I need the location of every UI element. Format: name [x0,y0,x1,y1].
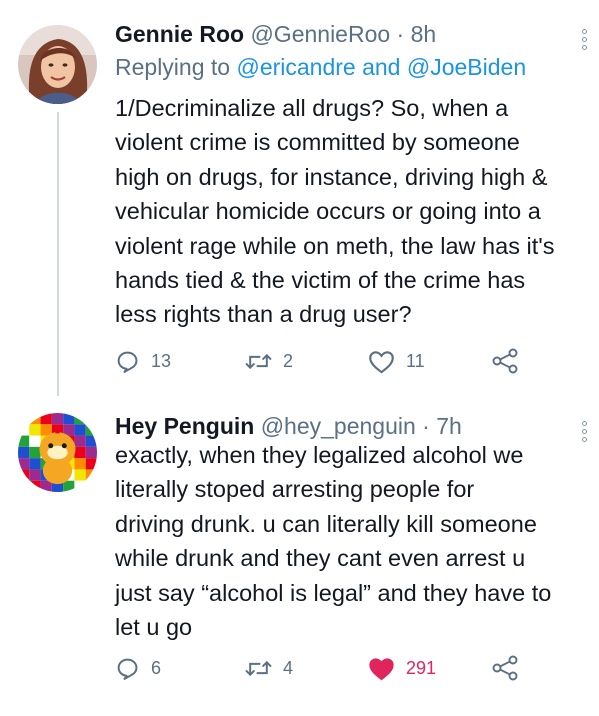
text-line: high on drugs, for instance, driving hig… [115,163,548,190]
text-line: violent crime is committed by someone [115,129,520,156]
tweet-gennie-roo[interactable]: Gennie Roo @GennieRoo · 8h Replying to @… [0,0,599,396]
text-line: while drunk and they cant even arrest u [115,545,526,572]
text-line: 1/Decriminalize all drugs? So, when a [115,95,509,121]
text-line: violent rage while on meth, the law has … [115,232,555,259]
tweet-header: Gennie Roo @GennieRoo · 8h [115,19,436,49]
text-line: just say “alcohol is legal” and they hav… [115,579,552,606]
text-line: literally stoped arresting people for [115,476,475,503]
user-handle[interactable]: @GennieRoo [250,21,390,47]
timestamp[interactable]: 8h [411,21,437,47]
share-button[interactable] [491,346,519,376]
text-line: exactly, when they legalized alcohol we [115,442,524,468]
avatar[interactable] [18,25,97,104]
text-line: less rights than a drug user? [115,301,412,328]
tweet-hey-penguin[interactable]: Hey Penguin @hey_penguin · 7h exactly, w… [0,395,599,716]
like-count: 291 [406,657,437,678]
mention-link[interactable]: @ericandre [236,54,355,80]
mention-and: and [355,54,407,80]
share-icon [492,655,518,681]
more-options-icon[interactable] [577,29,591,53]
text-line: vehicular homicide occurs or going into … [115,198,541,225]
retweet-icon [245,353,272,369]
tweet-header: Hey Penguin @hey_penguin · 7h [115,411,462,441]
display-name[interactable]: Gennie Roo [115,21,244,47]
reply-button[interactable]: 6 [115,653,161,683]
thread-line [57,112,59,396]
text-line: hands tied & the victim of the crime has [115,267,526,294]
timestamp[interactable]: 7h [436,413,462,439]
replying-to: Replying to @ericandre and @JoeBiden [115,52,526,82]
mention-link[interactable]: @JoeBiden [407,54,526,80]
display-name[interactable]: Hey Penguin [115,413,254,439]
like-count: 11 [406,350,425,371]
separator-dot: · [415,413,437,439]
reply-count: 6 [151,657,162,678]
retweet-count: 4 [283,657,294,678]
like-button[interactable]: 291 [368,653,436,683]
heart-outline-icon [369,350,394,374]
retweet-count: 2 [283,350,294,371]
action-bar: 6 4 291 [115,653,575,683]
reply-button[interactable]: 13 [115,346,171,376]
heart-filled-icon [369,657,394,680]
reply-icon [117,658,138,680]
reply-icon [117,351,138,373]
like-button[interactable]: 11 [368,346,425,376]
text-line: let u go [115,614,193,641]
text-line: driving drunk. u can literally kill some… [115,510,537,537]
share-button[interactable] [491,653,519,683]
avatar[interactable] [18,413,97,492]
reply-count: 13 [151,350,172,371]
tweet-text: exactly, when they legalized alcohol we … [115,438,590,644]
share-icon [492,348,518,374]
separator-dot: · [390,21,411,47]
user-handle[interactable]: @hey_penguin [261,413,416,439]
retweet-icon [245,660,272,676]
tweet-text: 1/Decriminalize all drugs? So, when a vi… [115,91,590,332]
retweet-button[interactable]: 4 [245,653,293,683]
retweet-button[interactable]: 2 [245,346,293,376]
action-bar: 13 2 11 [115,346,575,376]
replying-to-label: Replying to [115,54,237,80]
